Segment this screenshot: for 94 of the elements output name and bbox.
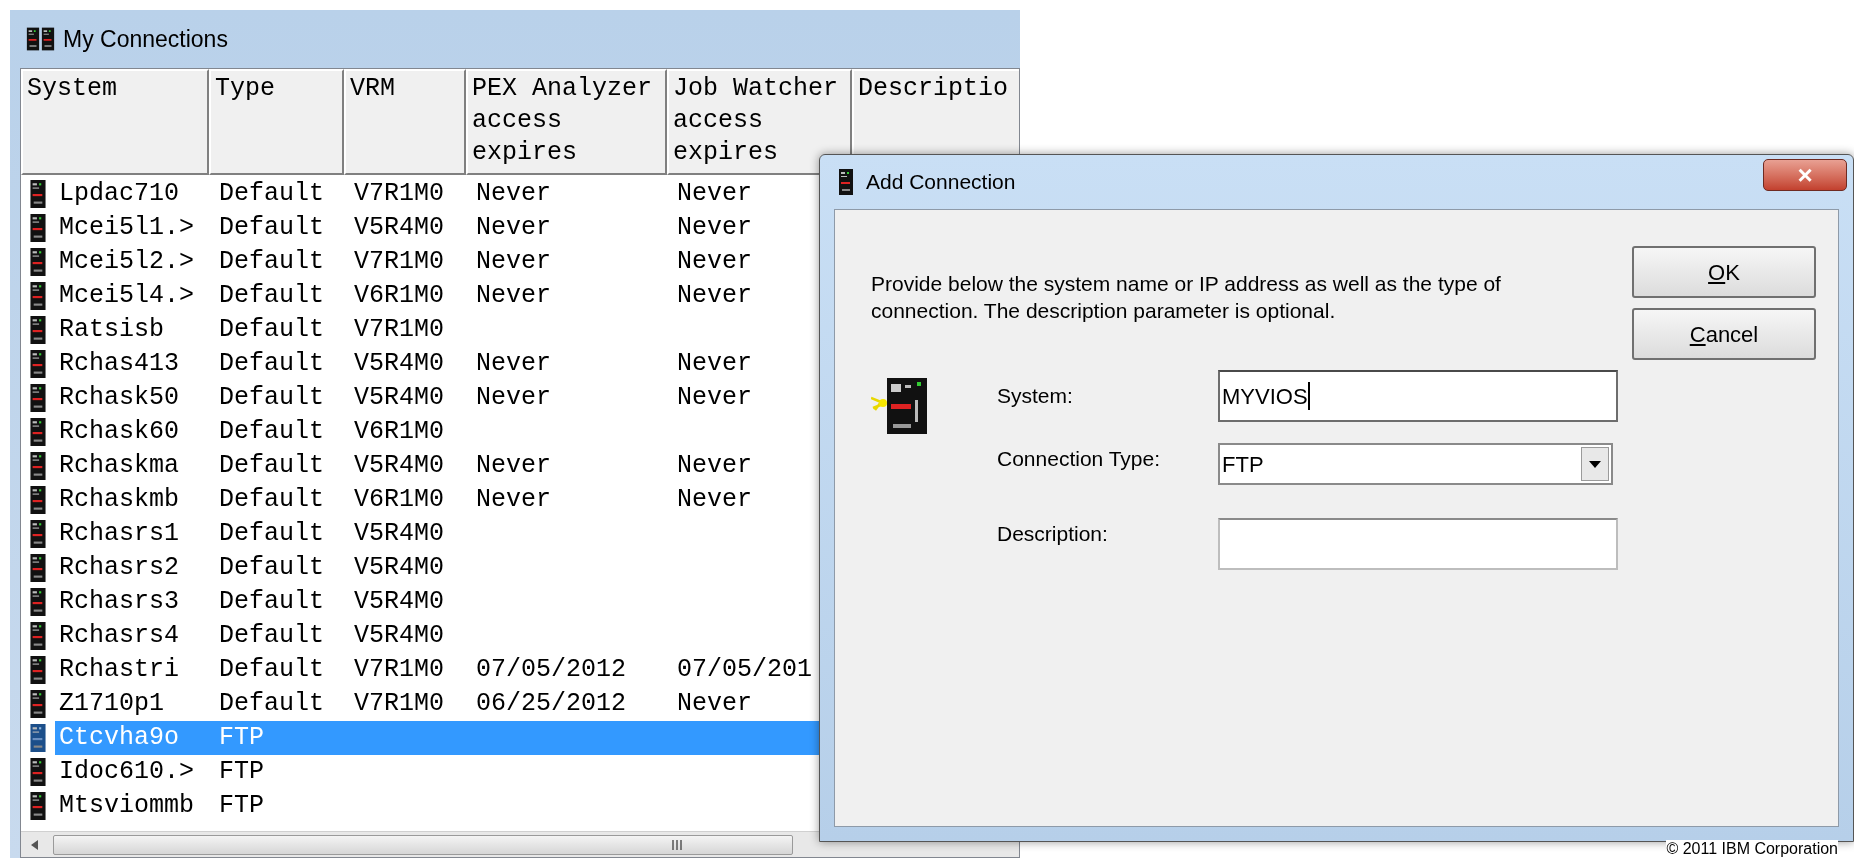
table-cell-text: V5R4M0	[354, 212, 444, 245]
table-cell-text: V7R1M0	[354, 246, 444, 279]
table-cell-text: Default	[219, 280, 325, 313]
table-cell-text: V5R4M0	[354, 450, 444, 483]
server-icon	[29, 316, 47, 344]
table-cell-text: Default	[219, 314, 325, 347]
server-icon	[29, 690, 47, 718]
server-icon	[29, 554, 47, 582]
table-cell-text: Default	[219, 518, 325, 551]
table-cell-text: Never	[677, 246, 752, 279]
table-cell-text: Never	[677, 382, 752, 415]
table-cell-text: Default	[219, 688, 325, 721]
table-cell-text: Never	[476, 246, 551, 279]
server-icon	[29, 180, 47, 208]
copyright-text: © 2011 IBM Corporation	[1666, 840, 1838, 858]
table-cell-text: V5R4M0	[354, 552, 444, 585]
table-cell-text: Never	[476, 382, 551, 415]
column-header[interactable]: PEX Analyzer access expires	[466, 69, 667, 175]
table-cell-text: V5R4M0	[354, 620, 444, 653]
dialog-icon	[838, 169, 854, 195]
text-field[interactable]: MYVIOS	[1218, 370, 1618, 422]
server-icon	[41, 26, 55, 52]
server-icon	[29, 758, 47, 786]
connection-type-dropdown[interactable]: FTP	[1218, 443, 1613, 485]
server-icon	[29, 724, 47, 752]
dialog-button[interactable]: Cancel	[1632, 308, 1816, 360]
server-icon	[29, 350, 47, 378]
table-cell-text: Never	[677, 212, 752, 245]
table-cell-text: Default	[219, 382, 325, 415]
table-cell-text: FTP	[219, 756, 264, 789]
field-label: Connection Type:	[997, 447, 1161, 470]
field-label: Description:	[997, 522, 1108, 545]
server-icon	[29, 248, 47, 276]
table-cell-text: Never	[677, 484, 752, 517]
table-cell-text: V5R4M0	[354, 382, 444, 415]
dialog-button[interactable]: OK	[1632, 246, 1816, 298]
table-cell-text: Default	[219, 552, 325, 585]
table-cell-text: Default	[219, 178, 325, 211]
table-cell-text: Default	[219, 348, 325, 381]
table-cell-text: Never	[677, 178, 752, 211]
server-icon	[29, 656, 47, 684]
table-cell-text: Never	[677, 280, 752, 313]
server-icon	[29, 792, 47, 820]
table-cell-text: V6R1M0	[354, 416, 444, 449]
grip-icon	[672, 839, 682, 850]
table-cell-text: Default	[219, 450, 325, 483]
text-field[interactable]	[1218, 518, 1618, 570]
table-cell-text: Default	[219, 246, 325, 279]
table-cell-text: Default	[219, 654, 325, 687]
table-cell-text: FTP	[219, 790, 264, 823]
server-icon	[29, 486, 47, 514]
table-cell-text: Default	[219, 620, 325, 653]
column-header[interactable]: System	[21, 69, 209, 175]
table-cell-text: Never	[476, 280, 551, 313]
server-icon	[29, 452, 47, 480]
table-cell-text: 07/05/201	[677, 654, 813, 687]
window-title: My Connections	[63, 24, 228, 54]
table-cell-text: V7R1M0	[354, 314, 444, 347]
table-cell-text: Never	[476, 484, 551, 517]
column-header[interactable]: Type	[209, 69, 344, 175]
table-cell-text: V6R1M0	[354, 484, 444, 517]
field-label: System:	[997, 384, 1073, 407]
column-header[interactable]: VRM	[344, 69, 466, 175]
table-cell-text: V5R4M0	[354, 518, 444, 551]
server-icon	[29, 282, 47, 310]
table-cell-text: Default	[219, 484, 325, 517]
table-cell-text: Never	[476, 348, 551, 381]
table-cell-text: Never	[677, 688, 752, 721]
server-icon	[26, 26, 40, 52]
table-cell-text: Never	[677, 348, 752, 381]
server-icon	[29, 622, 47, 650]
table-cell-text: Never	[476, 450, 551, 483]
server-icon	[29, 214, 47, 242]
table-cell-text: 06/25/2012	[476, 688, 627, 721]
table-cell-text: Never	[677, 450, 752, 483]
server-icon	[29, 520, 47, 548]
table-cell-text: V7R1M0	[354, 654, 444, 687]
table-cell-text: 07/05/2012	[476, 654, 627, 687]
table-cell-text: Default	[219, 586, 325, 619]
table-cell-text: V5R4M0	[354, 586, 444, 619]
server-icon	[29, 418, 47, 446]
table-cell-text: Never	[476, 178, 551, 211]
column-header[interactable]: Job Watcher access expires	[667, 69, 852, 175]
table-cell-text: Default	[219, 212, 325, 245]
table-cell-text: V5R4M0	[354, 348, 444, 381]
server-icon	[29, 588, 47, 616]
table-cell-text: V7R1M0	[354, 178, 444, 211]
table-cell-text: FTP	[219, 722, 264, 755]
server-icon	[29, 384, 47, 412]
table-cell-text: Default	[219, 416, 325, 449]
table-cell-text: V7R1M0	[354, 688, 444, 721]
dialog-message: Provide below the system name or IP address as well as the type of connection. The description parameter is optional.	[871, 271, 1502, 324]
table-cell-text: V6R1M0	[354, 280, 444, 313]
table-cell-text: Never	[476, 212, 551, 245]
